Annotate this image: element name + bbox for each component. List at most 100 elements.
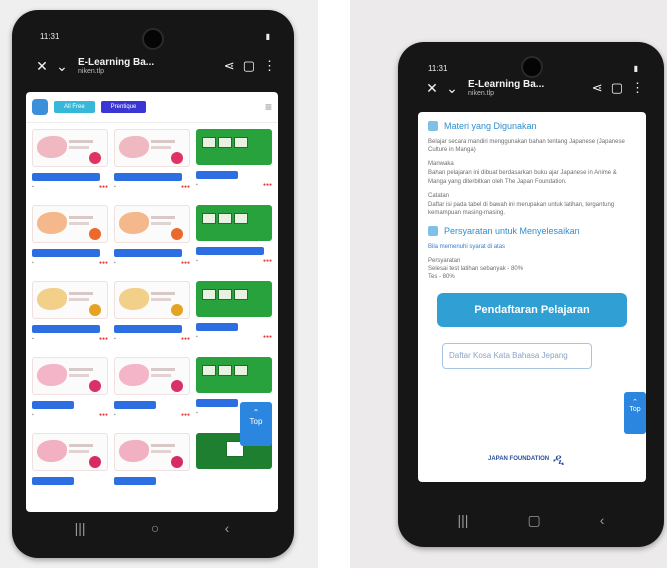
status-time: 11:31 [40,32,60,41]
app-actions: ⋖ ▢ ⋮ [592,80,644,96]
lesson-tag [196,323,238,331]
app-title-group: E-Learning Ba... niken.tlp [78,57,224,76]
phone-left: 11:31 ▮ ✕ ⌄ E-Learning Ba... niken.tlp ⋖… [12,10,294,558]
bento-thumbnail [32,281,108,319]
lesson-card[interactable]: ▪●●● [32,357,108,427]
lesson-meta: ▪●●● [32,412,108,418]
materials-text-2: Bahan pelajaran ini dibuat berdasarkan b… [428,170,617,185]
course-registration-button[interactable]: Pendaftaran Pelajaran [437,293,627,328]
lesson-card[interactable]: ▪●●● [32,205,108,275]
bookmark-icon[interactable]: ▢ [611,80,623,96]
requirements-bullet-1: Selesai test latihan sebanyak - 80% [428,266,524,273]
book-icon [428,121,438,132]
back-icon[interactable]: ‹ [600,512,605,529]
app-bar: ✕ ⌄ E-Learning Ba... niken.tlp ⋖ ▢ ⋮ [422,72,644,104]
bento-thumbnail [32,205,108,243]
lesson-card[interactable]: ▪●●● [114,129,190,199]
footer-logo: JAPAN FOUNDATION ዲ [488,450,578,468]
close-icon[interactable]: ✕ [422,80,442,97]
vocabulary-list-link[interactable]: Daftar Kosa Kata Bahasa Jepang [442,343,592,370]
app-actions: ⋖ ▢ ⋮ [224,58,276,74]
bento-thumbnail [32,433,108,471]
app-subtitle: niken.tlp [78,67,105,75]
section-requirements-title: Persyaratan untuk Menyelesaikan [444,225,580,236]
bento-thumbnail [114,281,190,319]
lesson-card[interactable]: ▪●●● [114,357,190,427]
phone-right: 11:31 ▮ ✕ ⌄ E-Learning Ba... niken.tlp ⋖… [398,42,664,547]
more-icon[interactable]: ⋮ [631,80,644,96]
green-thumbnail [196,357,272,393]
lesson-meta: ▪●●● [196,334,272,340]
lesson-tag [114,477,156,485]
bento-thumbnail [32,129,108,167]
footer-brand: JAPAN FOUNDATION [488,456,550,462]
close-icon[interactable]: ✕ [32,58,52,75]
lesson-tag [32,477,74,485]
share-icon[interactable]: ⋖ [592,80,603,96]
app-title: E-Learning Ba... [468,78,545,90]
lesson-grid: ▪ ●●● ▪ ●●● ▪ ●●● ▪ ●●● ▪ ●●● ▪ ●●● ▪ ●●… [26,123,278,509]
app-bar: ✕ ⌄ E-Learning Ba... niken.tlp ⋖ ▢ ⋮ [32,50,276,82]
green-thumbnail [196,281,272,317]
lesson-meta: ▪●●● [114,260,190,266]
lesson-meta: ▪●●● [196,258,272,264]
lesson-meta: ▪●●● [114,412,190,418]
screen-left: All Free Prentique ≡ ▪ ●●● ▪ ●●● ▪ ●●● ▪… [26,92,278,512]
home-icon[interactable]: ▢ [527,512,540,529]
checklist-icon [428,225,438,236]
lesson-header: All Free Prentique ≡ [26,92,278,123]
lesson-meta: ▪●●● [32,260,108,266]
lesson-card[interactable] [32,433,108,503]
lesson-tag [32,401,74,409]
requirements-text-1: Bila memenuhi syarat di atas [428,244,506,251]
chevron-down-icon[interactable]: ⌄ [442,80,462,97]
lesson-card[interactable]: ▪●●● [32,129,108,199]
camera-notch [142,28,164,50]
logo-icon [32,99,48,115]
recent-apps-icon[interactable]: ||| [75,520,86,536]
back-to-top-button[interactable]: ⌃ Top [240,402,272,446]
materials-label-2: Manwaka [428,161,454,168]
lesson-card[interactable]: ▪●●● [196,281,272,351]
lesson-meta: ▪●●● [32,336,108,342]
lesson-card[interactable] [114,433,190,503]
lesson-card[interactable]: ▪●●● [114,281,190,351]
bento-thumbnail [32,357,108,395]
site-logo[interactable] [32,99,48,115]
back-to-top-label: Top [249,417,263,426]
lesson-tag [32,325,101,333]
chevron-down-icon[interactable]: ⌄ [52,58,72,75]
lesson-card[interactable]: ▪●●● [196,129,272,199]
lesson-meta: ▪●●● [114,336,190,342]
menu-icon[interactable]: ≡ [265,100,272,114]
back-to-top-button[interactable]: ⌃ Top [624,392,646,434]
tab-free[interactable]: All Free [54,101,95,113]
lesson-tag [114,325,183,333]
lesson-card[interactable]: ▪●●● [196,205,272,275]
back-to-top-label: Top [629,406,641,413]
battery-icon: ▮ [265,32,270,41]
lesson-meta: ▪●●● [196,182,272,188]
green-thumbnail [196,129,272,165]
lesson-tag [196,399,238,407]
system-nav-bar: ||| ○ ‹ [42,520,262,536]
lesson-card[interactable]: ▪●●● [114,205,190,275]
lesson-card[interactable]: ▪●●● [32,281,108,351]
bookmark-icon[interactable]: ▢ [243,58,255,74]
bento-thumbnail [114,433,190,471]
app-subtitle: niken.tlp [468,89,495,97]
lesson-tag [196,247,265,255]
course-detail: Materi yang Digunakan Belajar secara man… [418,112,646,375]
requirements-bullet-2: Tes - 80% [428,274,455,281]
materials-label-3: Catatan [428,192,450,199]
more-icon[interactable]: ⋮ [263,58,276,74]
section-requirements-heading: Persyaratan untuk Menyelesaikan [428,225,636,237]
recent-apps-icon[interactable]: ||| [458,512,469,529]
back-icon[interactable]: ‹ [225,520,230,536]
home-icon[interactable]: ○ [151,520,159,536]
section-materials-heading: Materi yang Digunakan [428,120,636,132]
tab-premium[interactable]: Prentique [100,101,147,113]
screen-right: Materi yang Digunakan Belajar secara man… [418,112,646,482]
share-icon[interactable]: ⋖ [224,58,235,74]
materials-text-1: Belajar secara mandiri menggunakan bahan… [428,139,625,154]
